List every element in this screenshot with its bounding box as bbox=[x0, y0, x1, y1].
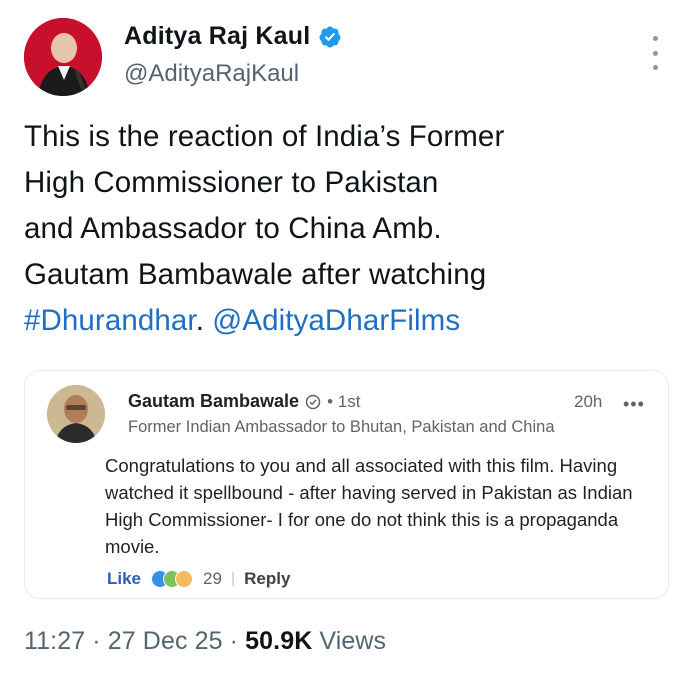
like-button[interactable]: Like bbox=[107, 569, 141, 589]
menu-dot bbox=[652, 36, 658, 41]
commenter-avatar[interactable] bbox=[47, 385, 105, 443]
author-name-text: Aditya Raj Kaul bbox=[124, 22, 311, 50]
views-count[interactable]: 50.9K bbox=[245, 627, 312, 655]
commenter-name[interactable]: Gautam Bambawale • 1st bbox=[128, 391, 360, 412]
more-horizontal-icon[interactable]: ••• bbox=[623, 395, 645, 413]
tweet-punct: . bbox=[195, 304, 213, 337]
menu-dot bbox=[652, 50, 658, 56]
verified-badge-icon bbox=[319, 26, 341, 47]
quoted-screenshot-card[interactable]: Gautam Bambawale • 1st 20h ••• Former In… bbox=[24, 370, 669, 599]
tweet-time[interactable]: 11:27 bbox=[24, 627, 85, 655]
views-label: Views bbox=[312, 627, 387, 655]
connection-degree: • 1st bbox=[327, 391, 361, 411]
hashtag-link[interactable]: #Dhurandhar bbox=[24, 304, 196, 337]
comment-body: Congratulations to you and all associate… bbox=[105, 455, 633, 557]
menu-dot bbox=[652, 65, 658, 70]
action-separator: | bbox=[230, 570, 236, 587]
mention-link[interactable]: @AdityaDharFilms bbox=[212, 304, 460, 337]
reply-button[interactable]: Reply bbox=[244, 569, 290, 589]
commenter-name-text: Gautam Bambawale bbox=[128, 391, 300, 411]
tweet-text: This is the reaction of India’s Former H… bbox=[24, 114, 664, 344]
more-vertical-icon[interactable] bbox=[645, 36, 665, 70]
comment-actions: Like 29 | Reply bbox=[107, 569, 290, 589]
reaction-count: 29 bbox=[203, 569, 222, 588]
author-handle[interactable]: @AdityaRajKaul bbox=[124, 60, 299, 88]
reaction-icons[interactable] bbox=[151, 570, 194, 588]
insightful-reaction-icon bbox=[175, 570, 194, 588]
author-name[interactable]: Aditya Raj Kaul bbox=[124, 22, 342, 51]
verified-shield-icon bbox=[305, 394, 321, 409]
commenter-photo bbox=[47, 385, 105, 443]
author-avatar[interactable] bbox=[24, 18, 102, 96]
avatar-photo bbox=[24, 18, 102, 96]
tweet-meta: 11:27 · 27 Dec 25 · 50.9K Views bbox=[24, 627, 386, 656]
meta-dot: · bbox=[222, 627, 246, 655]
meta-dot: · bbox=[85, 627, 108, 655]
tweet-date[interactable]: 27 Dec 25 bbox=[108, 627, 223, 655]
commenter-headline: Former Indian Ambassador to Bhutan, Paki… bbox=[128, 418, 555, 436]
tweet-body: This is the reaction of India’s Former H… bbox=[24, 120, 505, 291]
comment-time: 20h bbox=[574, 392, 603, 411]
